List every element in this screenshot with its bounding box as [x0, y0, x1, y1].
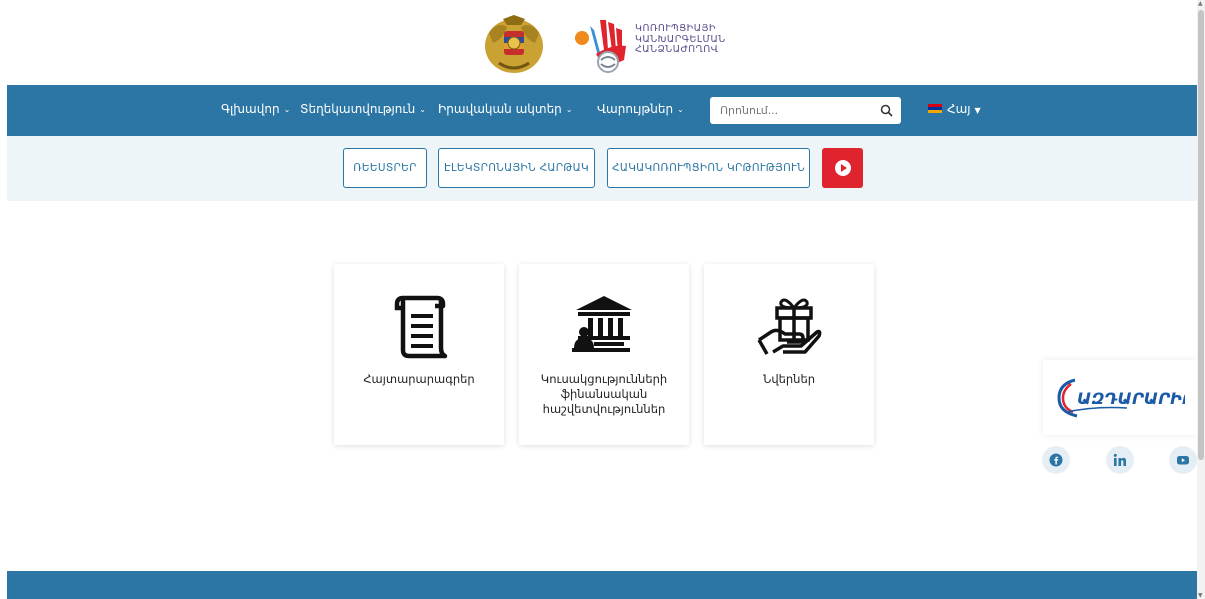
search-box — [710, 97, 901, 124]
linkedin-icon — [1113, 453, 1126, 466]
scroll-thumb[interactable] — [1198, 10, 1204, 460]
chevron-down-icon: ▼ — [974, 106, 981, 115]
chevron-down-icon: ⌄ — [565, 105, 573, 114]
report-widget[interactable]: ԱԶԴԱՐԱՐԻՐ — [1043, 360, 1197, 435]
chevron-down-icon: ⌄ — [419, 105, 426, 114]
card-declarations[interactable]: Հայտարարագրեր — [334, 264, 504, 445]
card-label: Նվերներ — [762, 372, 816, 386]
azdararir-logo-icon: ԱԶԴԱՐԱՐԻՐ — [1057, 378, 1185, 418]
nav-item-information[interactable]: Տեղեկատվություն ⌄ — [300, 102, 426, 116]
scroll-down-arrow-icon[interactable]: ▼ — [1198, 592, 1203, 599]
quick-links-bar: ՌԵԵՍՏՐԵՐ ԷԼԵԿՏՐՈՆԱՅԻՆ ՀԱՐԹԱԿ ՀԱԿԱԿՈՌՈՒՊՑ… — [7, 136, 1197, 201]
nav-item-proceedings[interactable]: Վարույթներ ⌄ — [597, 102, 684, 116]
footer — [7, 571, 1197, 599]
search-icon[interactable] — [880, 104, 893, 117]
government-building-icon — [572, 296, 632, 352]
coat-of-arms-icon[interactable] — [483, 13, 545, 75]
logo-title: ԿՈՌՈՒՊՑԻԱՅԻ ԿԱՆԽԱՐԳԵԼՄԱՆ ՀԱՆՁՆԱԺՈՂՈՎ — [635, 23, 726, 56]
page: ԿՈՌՈՒՊՑԻԱՅԻ ԿԱՆԽԱՐԳԵԼՄԱՆ ՀԱՆՁՆԱԺՈՂՈՎ Գլխ… — [7, 0, 1197, 599]
site-header: ԿՈՌՈՒՊՑԻԱՅԻ ԿԱՆԽԱՐԳԵԼՄԱՆ ՀԱՆՁՆԱԺՈՂՈՎ — [7, 0, 1197, 85]
card-label: Հայտարարագրեր — [363, 372, 475, 386]
youtube-icon — [1177, 456, 1189, 465]
facebook-link[interactable] — [1042, 446, 1070, 474]
language-label: Հայ — [947, 102, 971, 116]
widget-brand: ԱԶԴԱՐԱՐԻՐ — [1077, 389, 1185, 408]
logo-line-3: ՀԱՆՁՆԱԺՈՂՈՎ — [635, 44, 719, 55]
language-selector[interactable]: Հայ ▼ — [928, 102, 981, 116]
card-gifts[interactable]: Նվերներ — [704, 264, 874, 445]
armenian-flag-icon — [928, 104, 942, 113]
card-party-finance-reports[interactable]: Կուսակցությունների ֆինանսական հաշվետվութ… — [519, 264, 689, 445]
scroll-up-arrow-icon[interactable]: ▲ — [1198, 0, 1203, 7]
scroll-document-icon — [394, 295, 448, 359]
logo-line-1: ԿՈՌՈՒՊՑԻԱՅԻ — [635, 23, 716, 34]
nav-item-label: Իրավական ակտեր — [438, 102, 562, 116]
chevron-down-icon: ⌄ — [677, 105, 684, 114]
nav-item-home[interactable]: Գլխավոր ⌄ — [221, 102, 290, 116]
chevron-down-icon: ⌄ — [283, 105, 291, 114]
search-input[interactable] — [710, 97, 870, 124]
gift-hand-icon — [757, 298, 822, 355]
nav-item-label: Վարույթներ — [597, 102, 674, 116]
linkedin-link[interactable] — [1106, 446, 1134, 474]
anticorruption-education-button[interactable]: ՀԱԿԱԿՈՌՈՒՊՑԻՈՆ ԿՐԹՈՒԹՅՈՒՆ — [607, 148, 810, 188]
nav-item-label: Գլխավոր — [221, 102, 280, 116]
main-nav: Գլխավոր ⌄ Տեղեկատվություն ⌄ Իրավական ակտեր… — [7, 85, 1197, 136]
anticorruption-logo-icon[interactable] — [572, 16, 632, 74]
card-label: Կուսակցությունների ֆինանսական հաշվետվութ… — [540, 372, 668, 416]
nav-item-legal-acts[interactable]: Իրավական ակտեր ⌄ — [438, 102, 573, 116]
nav-item-label: Տեղեկատվություն — [300, 102, 416, 116]
page-scrollbar[interactable]: ▲ ▼ — [1197, 0, 1205, 599]
play-icon — [834, 160, 851, 176]
registries-button[interactable]: ՌԵԵՍՏՐԵՐ — [343, 148, 427, 188]
video-play-button[interactable] — [822, 148, 863, 188]
youtube-link[interactable] — [1169, 446, 1197, 474]
e-platform-button[interactable]: ԷԼԵԿՏՐՈՆԱՅԻՆ ՀԱՐԹԱԿ — [438, 148, 595, 188]
facebook-icon — [1049, 453, 1063, 467]
